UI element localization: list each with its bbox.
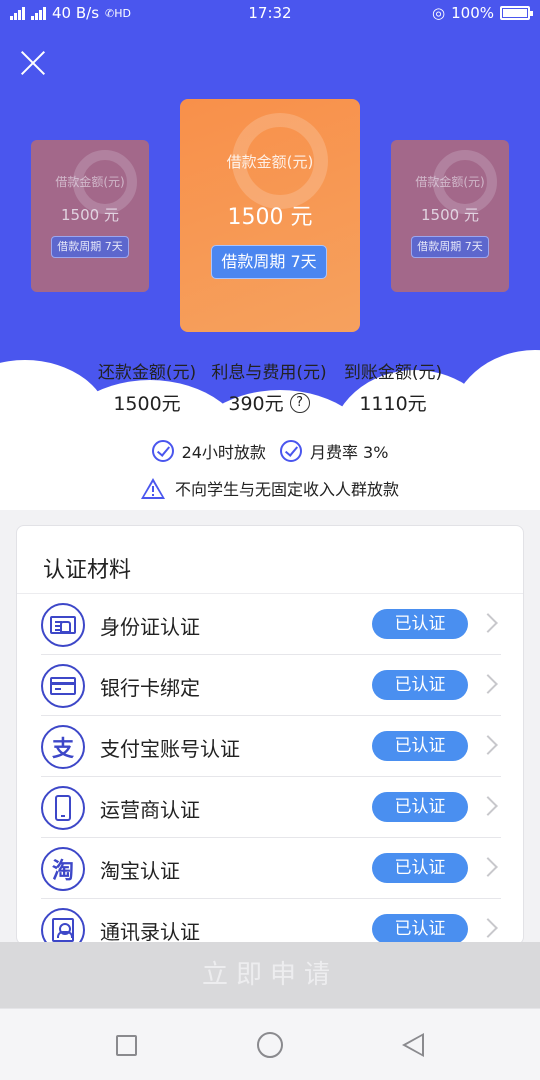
verified-badge[interactable]: 已认证 [372, 853, 468, 883]
loan-amount-label: 借款金额(元) [55, 175, 125, 189]
loan-amount-value: 1500 元 [421, 206, 479, 224]
contacts-icon [41, 908, 85, 944]
loan-summary: 还款金额(元) 1500元 利息与费用(元) 390元? 到账金额(元) 111… [0, 358, 540, 418]
item-name: 运营商认证 [100, 798, 200, 822]
chevron-right-icon [478, 735, 498, 755]
verified-badge[interactable]: 已认证 [372, 914, 468, 944]
list-item-bank-card[interactable]: 银行卡绑定 已认证 [41, 655, 501, 716]
taobao-icon: 淘 [41, 847, 85, 891]
list-item-id[interactable]: 身份证认证 已认证 [41, 594, 501, 655]
summary-value: 1110元 [359, 393, 427, 415]
bank-card-icon [41, 664, 85, 708]
chevron-right-icon [478, 674, 498, 694]
list-item-contacts[interactable]: 通讯录认证 已认证 [41, 899, 501, 944]
loan-amount-label: 借款金额(元) [226, 153, 314, 171]
apply-button[interactable]: 立即申请 [0, 942, 540, 1008]
loan-period-badge: 借款周期 7天 [51, 236, 129, 258]
battery-percent: 100% [451, 4, 494, 22]
alipay-icon: 支 [41, 725, 85, 769]
summary-value: 1500元 [113, 393, 181, 415]
battery-icon [500, 6, 533, 20]
chevron-right-icon [478, 918, 498, 938]
feature-label: 月费率 3% [309, 443, 389, 462]
list-item-taobao[interactable]: 淘 淘宝认证 已认证 [41, 838, 501, 899]
section-title: 认证材料 [43, 558, 132, 583]
interest-fees: 利息与费用(元) 390元? [204, 358, 334, 416]
check-circle-icon [279, 440, 302, 462]
warning-notice: 不向学生与无固定收入人群放款 [0, 472, 540, 504]
phone-icon [41, 786, 85, 830]
verification-materials: 认证材料 身份证认证 已认证 银行卡绑定 已认证 支 支付宝账号认证 已认证 运… [16, 525, 524, 945]
feature-item: 月费率 3% [279, 439, 389, 463]
feature-item: 24小时放款 [151, 439, 266, 463]
loan-amount-label: 借款金额(元) [415, 175, 485, 189]
loan-card-main[interactable]: 借款金额(元) 1500 元 借款周期 7天 [180, 99, 360, 332]
verified-badge[interactable]: 已认证 [372, 609, 468, 639]
summary-header: 利息与费用(元) [211, 363, 327, 383]
summary-value: 390元 [228, 393, 284, 415]
features: 24小时放款 月费率 3% 不向学生与无固定收入人群放款 [0, 436, 540, 504]
check-circle-icon [151, 440, 174, 462]
rotation-lock-icon: ◎ [432, 4, 446, 22]
recent-apps-icon[interactable] [116, 1035, 137, 1056]
home-icon[interactable] [257, 1032, 283, 1058]
close-icon[interactable] [14, 44, 52, 82]
loan-hero: 借款金额(元) 1500 元 借款周期 7天 借款金额(元) 1500 元 借款… [0, 0, 540, 510]
warning-text: 不向学生与无固定收入人群放款 [174, 480, 399, 499]
feature-label: 24小时放款 [181, 443, 266, 462]
chevron-right-icon [478, 613, 498, 633]
list-item-carrier[interactable]: 运营商认证 已认证 [41, 777, 501, 838]
loan-card-right[interactable]: 借款金额(元) 1500 元 借款周期 7天 [391, 140, 509, 292]
loan-period-badge: 借款周期 7天 [411, 236, 489, 258]
summary-header: 还款金额(元) [97, 363, 197, 383]
chevron-right-icon [478, 796, 498, 816]
loan-period-badge: 借款周期 7天 [211, 245, 327, 279]
verified-badge[interactable]: 已认证 [372, 792, 468, 822]
item-name: 银行卡绑定 [100, 676, 200, 700]
item-name: 通讯录认证 [100, 920, 200, 944]
item-name: 支付宝账号认证 [100, 737, 240, 761]
warning-icon [140, 477, 165, 499]
loan-amount-value: 1500 元 [61, 206, 119, 224]
item-name: 淘宝认证 [100, 859, 180, 883]
verified-badge[interactable]: 已认证 [372, 731, 468, 761]
list-item-alipay[interactable]: 支 支付宝账号认证 已认证 [41, 716, 501, 777]
loan-amount-value: 1500 元 [227, 205, 313, 230]
system-nav-bar [0, 1008, 540, 1080]
repay-amount: 还款金额(元) 1500元 [82, 358, 212, 416]
chevron-right-icon [478, 857, 498, 877]
item-name: 身份证认证 [100, 615, 200, 639]
verified-badge[interactable]: 已认证 [372, 670, 468, 700]
summary-header: 到账金额(元) [343, 363, 443, 383]
help-icon[interactable]: ? [289, 392, 310, 413]
loan-card-left[interactable]: 借款金额(元) 1500 元 借款周期 7天 [31, 140, 149, 292]
back-icon[interactable] [402, 1033, 424, 1057]
received-amount: 到账金额(元) 1110元 [328, 358, 458, 416]
id-card-icon [41, 603, 85, 647]
status-bar: 40 B/s ✆HD 17:32 ◎ 100% [0, 0, 540, 28]
